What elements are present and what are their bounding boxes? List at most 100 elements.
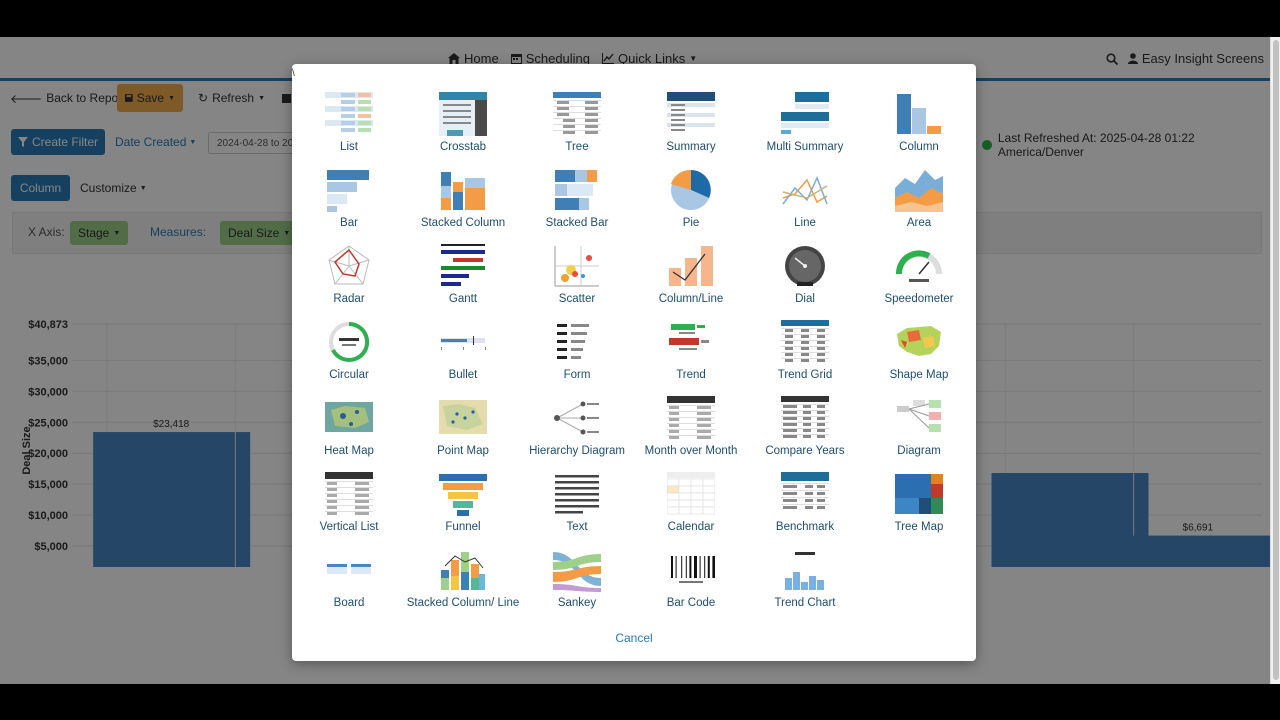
chart-type-stacked-column[interactable]: Stacked Column [406, 168, 520, 231]
trend-icon [669, 324, 709, 350]
chart-type-summary[interactable]: Summary [634, 92, 748, 155]
chart-type-bullet[interactable]: Bullet [406, 320, 520, 383]
vertical-list-icon [325, 472, 373, 515]
stacked-column-icon [441, 172, 485, 210]
chart-type-label: Column/Line [658, 293, 724, 305]
list-icon [325, 92, 373, 133]
month-over-month-icon [667, 396, 715, 439]
dial-icon [785, 246, 825, 286]
chart-type-label: Bullet [448, 369, 478, 381]
chart-type-multi-summary[interactable]: Multi Summary [748, 92, 862, 155]
speedometer-icon [896, 250, 942, 282]
chart-type-label: Funnel [445, 521, 481, 533]
chart-type-label: Shape Map [889, 369, 949, 381]
chart-type-label: Stacked Bar [545, 217, 609, 229]
chart-type-area-chart[interactable]: Area [862, 168, 976, 231]
chart-type-trend[interactable]: Trend [634, 320, 748, 383]
chart-type-label: Form [563, 369, 591, 381]
chart-type-label: Area [906, 217, 932, 229]
chart-type-benchmark[interactable]: Benchmark [748, 472, 862, 535]
scrollbar-thumb[interactable] [1273, 40, 1279, 680]
calendar-icon [667, 472, 715, 515]
chart-type-label: Pie [682, 217, 700, 229]
chart-type-stacked-column-line[interactable]: Stacked Column/ Line [406, 548, 520, 611]
chart-type-label: Stacked Column/ Line [406, 597, 520, 609]
shape-map-icon [897, 326, 941, 356]
bar-code-icon [671, 556, 715, 583]
chart-type-pie-chart[interactable]: Pie [634, 168, 748, 231]
diagram-icon [897, 400, 941, 432]
chart-type-funnel[interactable]: Funnel [406, 472, 520, 535]
chart-type-vertical-list[interactable]: Vertical List [292, 472, 406, 535]
funnel-icon [439, 474, 487, 516]
line-chart-icon [782, 176, 828, 205]
chart-type-bar-chart[interactable]: Bar [292, 168, 406, 231]
heat-map-icon [325, 402, 373, 432]
chart-type-label: List [340, 141, 358, 153]
chart-type-speedometer[interactable]: Speedometer [862, 244, 976, 307]
column-chart-icon [897, 94, 941, 134]
chart-type-gantt[interactable]: Gantt [406, 244, 520, 307]
chart-type-tree[interactable]: Tree [520, 92, 634, 155]
chart-type-label: Point Map [437, 445, 489, 457]
trend-grid-icon [781, 320, 829, 362]
chart-type-label: Radar [333, 293, 365, 305]
crosstab-icon [439, 92, 487, 136]
chart-type-trend-chart[interactable]: Trend Chart [748, 548, 862, 611]
chart-type-label: Month over Month [644, 445, 738, 457]
scatter-icon [554, 246, 599, 287]
chart-type-label: Gantt [448, 293, 478, 305]
chart-type-label: Trend Grid [777, 369, 833, 381]
circular-gauge-icon [329, 321, 370, 362]
chart-type-month-over-month[interactable]: Month over Month [634, 396, 748, 459]
chart-type-shape-map[interactable]: Shape Map [862, 320, 976, 383]
chart-type-stacked-bar[interactable]: Stacked Bar [520, 168, 634, 231]
chart-type-label: Heat Map [324, 445, 374, 457]
page-scrollbar[interactable] [1270, 37, 1280, 684]
chart-type-scatter[interactable]: Scatter [520, 244, 634, 307]
pie-chart-icon [671, 169, 711, 210]
chart-type-board[interactable]: Board [292, 548, 406, 611]
chart-type-radar-chart[interactable]: Radar [292, 244, 406, 307]
chart-type-column-chart[interactable]: Column [862, 92, 976, 155]
chart-type-label: Crosstab [439, 141, 487, 153]
compare-years-icon [781, 396, 829, 438]
board-icon [327, 564, 371, 574]
chart-type-hierarchy[interactable]: Hierarchy Diagram [520, 396, 634, 459]
chart-type-point-map[interactable]: Point Map [406, 396, 520, 459]
chart-type-bar-code[interactable]: Bar Code [634, 548, 748, 611]
chart-type-label: Speedometer [884, 293, 954, 305]
multi-summary-icon [781, 92, 829, 136]
chart-type-crosstab[interactable]: Crosstab [406, 92, 520, 155]
cancel-button[interactable]: Cancel [592, 631, 676, 645]
chart-type-form[interactable]: Form [520, 320, 634, 383]
chart-type-label: Tree [565, 141, 589, 153]
chart-type-column-line[interactable]: Column/Line [634, 244, 748, 307]
text-icon [555, 475, 599, 514]
report-editor-page: Home Scheduling Quick Links ▼ Easy Insig… [0, 37, 1280, 684]
chart-type-label: Benchmark [775, 521, 835, 533]
chart-type-calendar[interactable]: Calendar [634, 472, 748, 535]
point-map-icon [439, 400, 487, 434]
gantt-icon [441, 244, 485, 286]
chart-type-circular-gauge[interactable]: Circular [292, 320, 406, 383]
chart-type-compare-years[interactable]: Compare Years [748, 396, 862, 459]
chart-type-label: Stacked Column [420, 217, 506, 229]
chart-type-trend-grid[interactable]: Trend Grid [748, 320, 862, 383]
chart-type-diagram[interactable]: Diagram [862, 396, 976, 459]
chart-type-dial[interactable]: Dial [748, 244, 862, 307]
chart-type-text[interactable]: Text [520, 472, 634, 535]
tree-icon [553, 92, 601, 134]
chart-type-heat-map[interactable]: Heat Map [292, 396, 406, 459]
summary-icon [667, 92, 715, 132]
cursor-mark: \ [292, 68, 295, 79]
chart-type-label: Tree Map [894, 521, 944, 533]
chart-type-line-chart[interactable]: Line [748, 168, 862, 231]
chart-type-list[interactable]: List [292, 92, 406, 155]
hierarchy-icon [554, 401, 599, 435]
chart-type-tree-map[interactable]: Tree Map [862, 472, 976, 535]
chart-type-label: Trend [676, 369, 706, 381]
column-line-icon [669, 246, 713, 286]
chart-type-label: Dial [795, 293, 815, 305]
chart-type-sankey[interactable]: Sankey [520, 548, 634, 611]
